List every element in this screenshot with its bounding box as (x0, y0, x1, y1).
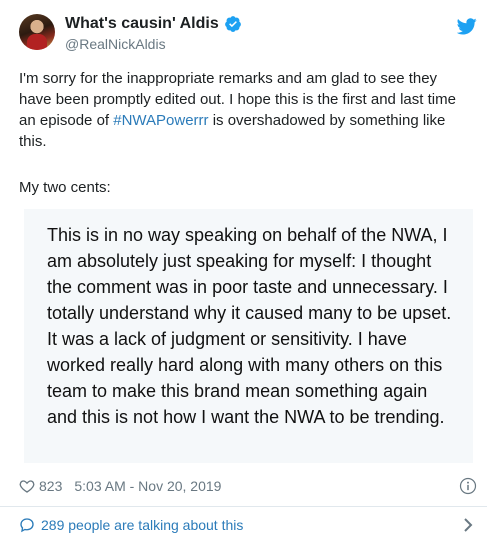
talking-text[interactable]: 289 people are talking about this (41, 517, 243, 533)
avatar[interactable] (19, 14, 55, 50)
like-count[interactable]: 823 (39, 478, 62, 494)
display-name[interactable]: What's causin' Aldis (65, 15, 219, 33)
handle[interactable]: @RealNickAldis (65, 36, 166, 52)
talking-link[interactable]: 289 people are talking about this (19, 515, 477, 535)
hashtag-link[interactable]: #NWAPowerrr (113, 112, 208, 129)
two-cents-label: My two cents: (19, 179, 111, 196)
info-icon[interactable] (459, 477, 477, 495)
statement-text: This is in no way speaking on behalf of … (47, 225, 452, 427)
tweet-text: I'm sorry for the inappropriate remarks … (19, 68, 471, 152)
tweet-card: What's causin' Aldis @RealNickAldis I'm … (0, 0, 487, 551)
divider (0, 506, 487, 507)
tweet-meta: 823 5:03 AM - Nov 20, 2019 (19, 476, 477, 496)
heart-icon[interactable] (19, 478, 35, 494)
speech-bubble-icon (20, 518, 34, 533)
author-name-row[interactable]: What's causin' Aldis (65, 14, 242, 34)
verified-icon (224, 16, 241, 32)
timestamp[interactable]: 5:03 AM - Nov 20, 2019 (74, 478, 221, 494)
chevron-right-icon[interactable] (463, 517, 473, 533)
twitter-bird-icon[interactable] (457, 18, 477, 35)
